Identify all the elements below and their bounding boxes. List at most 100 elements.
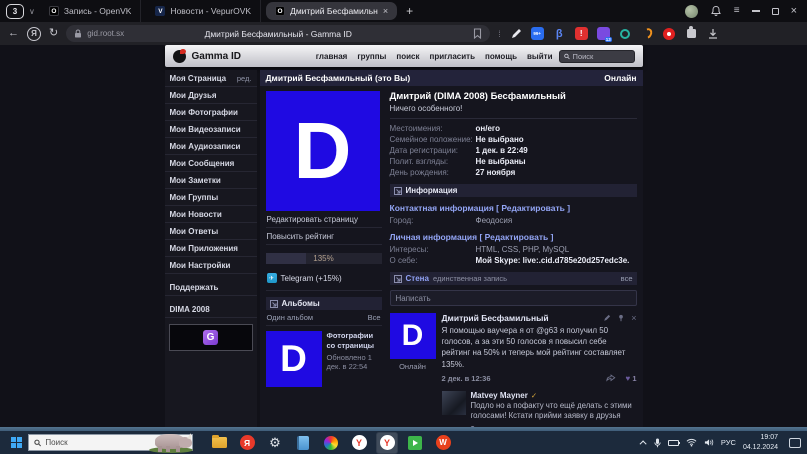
purple-extension-icon[interactable]: 13: [597, 27, 610, 40]
profile-status[interactable]: Ничего особенного!: [390, 104, 637, 113]
nav-invite[interactable]: пригласить: [429, 52, 475, 61]
albums-all-link[interactable]: Все: [368, 313, 381, 322]
tab-openvk[interactable]: O Запись - OpenVK: [40, 0, 142, 22]
avatar-letter: D: [294, 111, 352, 191]
yandex-browser-active-icon[interactable]: Y: [377, 433, 397, 453]
sidebar-item-settings[interactable]: Мои Настройки: [165, 257, 257, 274]
tab-vepurovk[interactable]: V Новости - VepurOVK: [146, 0, 261, 22]
album-item[interactable]: D Фотографии со страницы Обновлено 1 дек…: [266, 326, 382, 387]
menu-icon[interactable]: ≡: [734, 6, 740, 16]
contact-edit-link[interactable]: [ Редактировать ]: [496, 203, 570, 213]
sidebar-item-support[interactable]: Поддержать: [165, 279, 257, 296]
post-author-link[interactable]: Дмитрий Бесфамильный: [442, 313, 549, 323]
rhino-search-highlight[interactable]: [147, 427, 195, 453]
settings-gear-icon[interactable]: ⚙: [265, 433, 285, 453]
heart-icon[interactable]: ♥: [625, 374, 630, 383]
yandex-browser-icon[interactable]: Y: [349, 433, 369, 453]
notifications-bell-icon[interactable]: [710, 5, 722, 17]
speaker-icon[interactable]: [704, 438, 714, 447]
green-app-icon[interactable]: [405, 433, 425, 453]
delete-post-icon[interactable]: ×: [631, 314, 636, 323]
chevron-down-icon[interactable]: ∨: [29, 7, 35, 16]
yandex-services-icon[interactable]: Я: [27, 27, 41, 41]
pen-extension-icon[interactable]: [510, 28, 522, 40]
brand-name[interactable]: Gamma ID: [192, 51, 241, 62]
nav-help[interactable]: помощь: [485, 52, 517, 61]
sidebar-item-photos[interactable]: Мои Фотографии: [165, 104, 257, 121]
w-app-icon[interactable]: W: [433, 433, 453, 453]
tab-profile-active[interactable]: O Дмитрий Бесфамильн ×: [266, 2, 397, 20]
record-extension-icon[interactable]: [663, 27, 676, 40]
comment-author-link[interactable]: Matvey Mayner: [471, 391, 528, 400]
sidebar-item-messages[interactable]: Мои Сообщения: [165, 155, 257, 172]
bookmark-icon[interactable]: [473, 28, 482, 39]
restore-button[interactable]: [772, 8, 779, 15]
orange-extension-icon[interactable]: [641, 27, 654, 40]
wifi-icon[interactable]: [686, 438, 697, 447]
back-icon[interactable]: ←: [8, 28, 19, 39]
site-search-box[interactable]: [559, 50, 635, 63]
sidebar-item-answers[interactable]: Мои Ответы: [165, 223, 257, 240]
pin-post-icon[interactable]: [617, 314, 625, 322]
clock[interactable]: 19:07 04.12.2024: [743, 433, 778, 451]
notification-center-icon[interactable]: [789, 438, 801, 448]
comment-author-avatar[interactable]: [442, 391, 466, 415]
notes-app-icon[interactable]: [293, 433, 313, 453]
battery-icon[interactable]: [668, 440, 679, 446]
new-tab-button[interactable]: +: [402, 4, 417, 18]
sidebar-item-apps[interactable]: Мои Приложения: [165, 240, 257, 257]
teal-ring-extension-icon[interactable]: [619, 27, 632, 40]
minimize-button[interactable]: [752, 10, 760, 12]
sidebar-item-my-page[interactable]: Моя Страница ред.: [165, 70, 257, 87]
nav-groups[interactable]: группы: [357, 52, 386, 61]
tab-counter-button[interactable]: 3: [6, 4, 24, 19]
post-date[interactable]: 2 дек. в 12:36: [442, 374, 491, 383]
tab-close-icon[interactable]: ×: [383, 7, 388, 16]
edit-post-icon[interactable]: [603, 314, 611, 322]
refresh-icon[interactable]: ↻: [49, 28, 58, 39]
sidebar-item-notes[interactable]: Мои Заметки: [165, 172, 257, 189]
sidebar-item-friends[interactable]: Мои Друзья: [165, 87, 257, 104]
file-explorer-icon[interactable]: [209, 433, 229, 453]
sidebar-item-news[interactable]: Мои Новости: [165, 206, 257, 223]
sidebar-item-audios[interactable]: Мои Аудиозаписи: [165, 138, 257, 155]
beta-extension-icon[interactable]: β: [553, 27, 566, 40]
sidebar-item-group-dima[interactable]: DIMA 2008: [165, 301, 257, 318]
nav-main[interactable]: главная: [316, 52, 348, 61]
shield-extension-icon[interactable]: 99+: [531, 27, 544, 40]
site-search-input[interactable]: [573, 52, 630, 61]
telegram-bonus-row[interactable]: ✈ Telegram (+15%): [266, 269, 382, 291]
browser-profile-avatar[interactable]: [685, 5, 698, 18]
wall-compose-input[interactable]: [396, 294, 631, 303]
gamma-id-logo-icon[interactable]: [173, 50, 186, 63]
alert-extension-icon[interactable]: !: [575, 27, 588, 40]
field-value: Феодосия: [476, 215, 513, 226]
close-button[interactable]: ×: [791, 6, 797, 17]
repost-icon[interactable]: [606, 374, 616, 382]
nav-search[interactable]: поиск: [396, 52, 419, 61]
raise-rating-link[interactable]: Повысить рейтинг: [266, 228, 382, 245]
sidebar-item-videos[interactable]: Мои Видеозаписи: [165, 121, 257, 138]
profile-avatar[interactable]: D: [266, 91, 380, 211]
post-author-avatar[interactable]: D: [390, 313, 436, 359]
interests-links[interactable]: HTML, CSS, PHP, MySQL: [476, 244, 570, 255]
paint-app-icon[interactable]: [321, 433, 341, 453]
address-bar[interactable]: gid.root.sx Дмитрий Бесфамильный - Gamma…: [66, 25, 490, 42]
microphone-icon[interactable]: [654, 438, 661, 448]
album-name-link[interactable]: Фотографии со страницы: [327, 331, 382, 351]
start-button[interactable]: [4, 431, 28, 454]
sidebar-banner[interactable]: G: [169, 324, 253, 351]
extensions-puzzle-icon[interactable]: [685, 27, 698, 40]
nav-logout[interactable]: выйти: [527, 52, 553, 61]
wall-compose-box[interactable]: [390, 290, 637, 306]
tray-expand-icon[interactable]: [639, 440, 646, 447]
language-indicator[interactable]: РУС: [721, 438, 736, 447]
album-thumbnail[interactable]: D: [266, 331, 322, 387]
yandex-app-icon[interactable]: Я: [237, 433, 257, 453]
personal-edit-link[interactable]: [ Редактировать ]: [479, 232, 553, 242]
downloads-icon[interactable]: [707, 28, 719, 40]
sidebar-edit-link[interactable]: ред.: [237, 74, 252, 83]
sidebar-item-groups[interactable]: Мои Группы: [165, 189, 257, 206]
wall-all-link[interactable]: все: [621, 274, 633, 283]
edit-page-link[interactable]: Редактировать страницу: [266, 211, 382, 228]
